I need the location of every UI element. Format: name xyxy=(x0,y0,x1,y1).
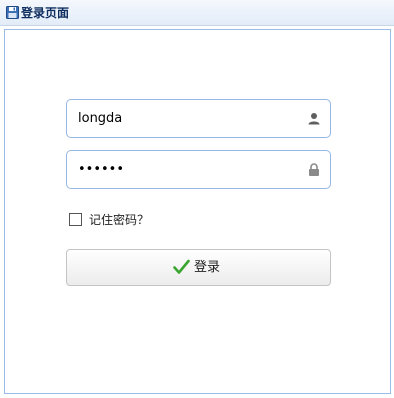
save-icon xyxy=(6,6,19,19)
check-icon xyxy=(173,259,190,274)
password-field xyxy=(66,150,331,189)
remember-checkbox[interactable] xyxy=(69,213,82,226)
login-button-label: 登录 xyxy=(194,260,221,275)
login-button[interactable]: 登录 xyxy=(66,249,331,286)
panel-header: 登录页面 xyxy=(0,0,394,26)
username-field xyxy=(66,99,331,138)
lock-icon xyxy=(309,163,319,176)
remember-label: 记住密码？ xyxy=(89,213,150,227)
login-panel: 登录页面 记住密码？ 登录 xyxy=(0,0,394,398)
password-input[interactable] xyxy=(78,151,298,188)
panel-title: 登录页面 xyxy=(21,6,70,20)
username-input[interactable] xyxy=(78,100,298,137)
user-icon xyxy=(308,113,320,125)
panel-body: 记住密码？ 登录 xyxy=(4,29,391,394)
